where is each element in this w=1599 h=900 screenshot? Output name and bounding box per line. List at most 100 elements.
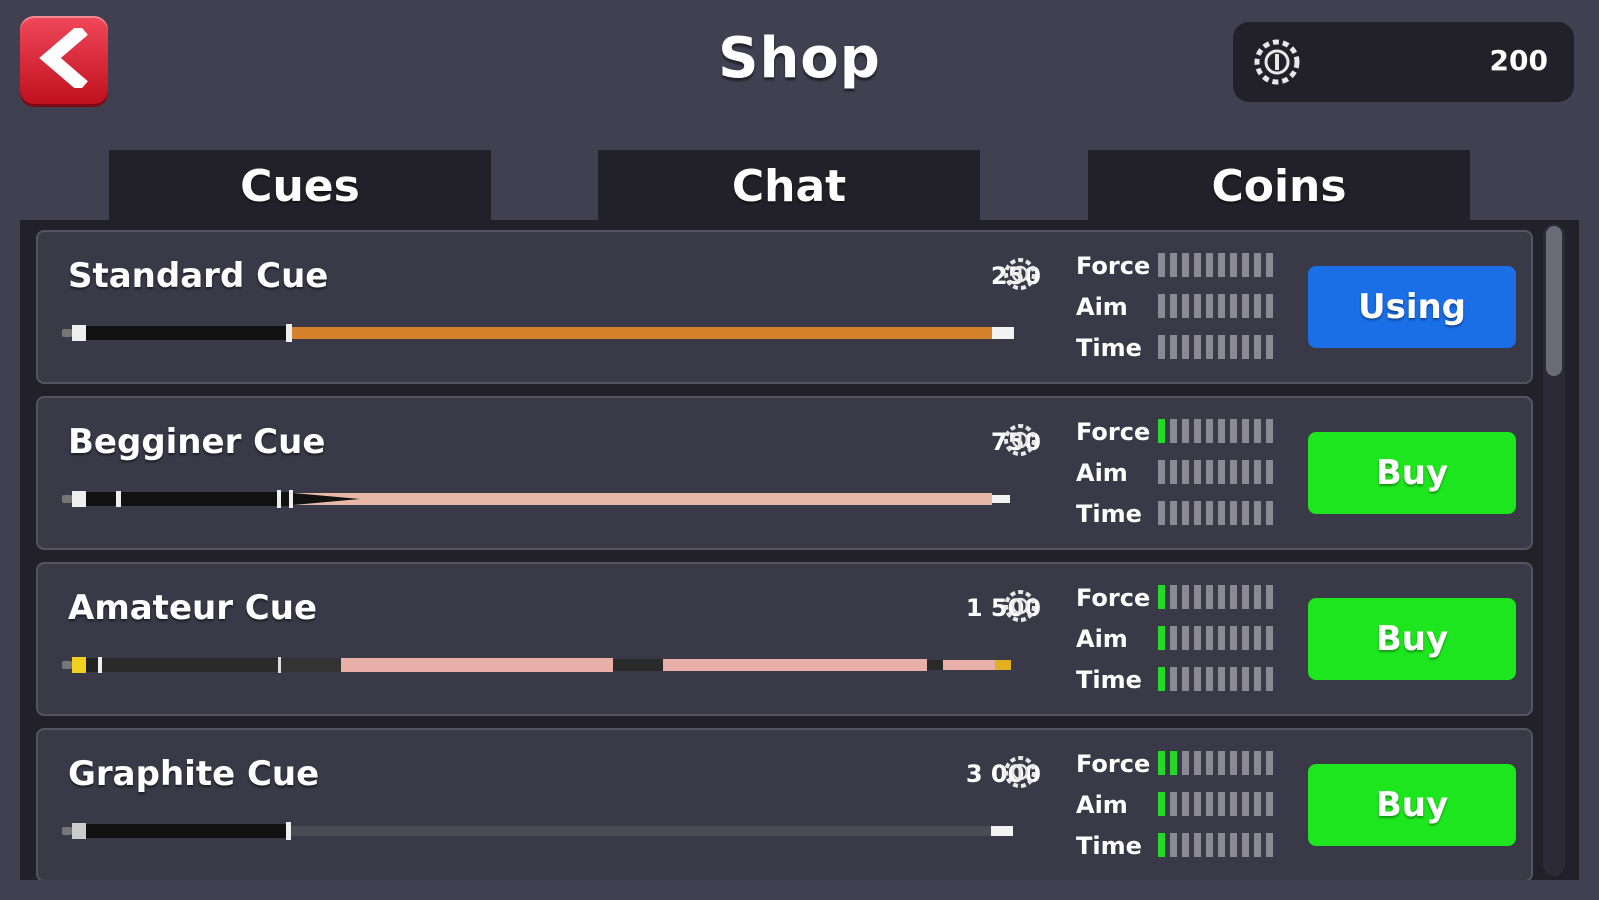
stat-segment-empty — [1242, 294, 1249, 318]
stat-segment-empty — [1254, 833, 1261, 857]
stat-segment-filled — [1158, 751, 1165, 775]
scrollbar-thumb[interactable] — [1546, 226, 1562, 376]
aim-label: Aim — [1076, 625, 1128, 653]
stat-segment-empty — [1170, 335, 1177, 359]
stat-segment-empty — [1194, 626, 1201, 650]
stat-segment-empty — [1194, 501, 1201, 525]
time-bar — [1158, 335, 1282, 359]
stat-segment-empty — [1182, 253, 1189, 277]
aim-bar — [1158, 792, 1282, 816]
coin-icon — [1002, 754, 1038, 794]
stat-segment-empty — [1254, 667, 1261, 691]
time-label: Time — [1076, 334, 1142, 362]
stat-segment-filled — [1158, 667, 1165, 691]
stat-segment-empty — [1230, 460, 1237, 484]
cue-card: Amateur Cue 1 500 Force Aim Time Buy — [36, 562, 1533, 716]
stat-segment-empty — [1182, 501, 1189, 525]
stat-segment-empty — [1242, 253, 1249, 277]
stat-segment-empty — [1230, 667, 1237, 691]
stat-segment-empty — [1194, 460, 1201, 484]
stat-segment-empty — [1242, 751, 1249, 775]
stat-segment-empty — [1254, 419, 1261, 443]
stat-segment-empty — [1218, 335, 1225, 359]
stat-segment-empty — [1218, 294, 1225, 318]
aim-label: Aim — [1076, 791, 1128, 819]
using-button[interactable]: Using — [1308, 266, 1516, 348]
stat-segment-empty — [1254, 501, 1261, 525]
stat-segment-empty — [1158, 335, 1165, 359]
coin-balance: 200 — [1489, 44, 1548, 77]
cue-card: Graphite Cue 3 000 Force Aim Time Buy — [36, 728, 1533, 880]
stat-segment-empty — [1230, 294, 1237, 318]
stat-segment-empty — [1230, 335, 1237, 359]
time-label: Time — [1076, 666, 1142, 694]
stat-segment-empty — [1266, 419, 1273, 443]
stat-segment-empty — [1182, 667, 1189, 691]
cue-image — [62, 324, 1014, 342]
stat-segment-empty — [1170, 833, 1177, 857]
stat-segment-empty — [1230, 585, 1237, 609]
stat-segment-empty — [1254, 626, 1261, 650]
stat-segment-empty — [1170, 253, 1177, 277]
buy-button[interactable]: Buy — [1308, 764, 1516, 846]
stat-segment-empty — [1206, 833, 1213, 857]
buy-button[interactable]: Buy — [1308, 598, 1516, 680]
force-label: Force — [1076, 584, 1151, 612]
force-bar — [1158, 419, 1282, 443]
stat-segment-empty — [1218, 667, 1225, 691]
tab-chat[interactable]: Chat — [598, 150, 980, 222]
stat-segment-empty — [1206, 335, 1213, 359]
stat-segment-empty — [1254, 253, 1261, 277]
tab-coins[interactable]: Coins — [1088, 150, 1470, 222]
stat-segment-empty — [1266, 792, 1273, 816]
stat-segment-empty — [1242, 792, 1249, 816]
force-label: Force — [1076, 252, 1151, 280]
stat-segment-empty — [1206, 792, 1213, 816]
stat-segment-empty — [1230, 626, 1237, 650]
cue-shaft-2 — [663, 659, 927, 671]
time-bar — [1158, 501, 1282, 525]
cue-shaft — [293, 493, 992, 505]
stat-segment-empty — [1266, 253, 1273, 277]
stat-segment-empty — [1242, 460, 1249, 484]
cue-shaft — [292, 327, 992, 339]
stat-segment-empty — [1206, 585, 1213, 609]
cue-image — [62, 657, 1011, 673]
stat-segment-empty — [1170, 667, 1177, 691]
stat-segment-empty — [1170, 626, 1177, 650]
stat-segment-empty — [1206, 626, 1213, 650]
stat-segment-empty — [1218, 626, 1225, 650]
stat-segment-empty — [1170, 792, 1177, 816]
stat-segment-empty — [1194, 751, 1201, 775]
coin-icon — [1002, 256, 1038, 296]
stat-segment-empty — [1182, 792, 1189, 816]
stat-segment-empty — [1158, 253, 1165, 277]
tab-cues[interactable]: Cues — [109, 150, 491, 222]
stat-segment-empty — [1206, 501, 1213, 525]
time-bar — [1158, 833, 1282, 857]
stat-segment-filled — [1158, 626, 1165, 650]
coin-icon — [1253, 38, 1301, 90]
buy-button[interactable]: Buy — [1308, 432, 1516, 514]
cue-shaft — [341, 658, 613, 672]
force-label: Force — [1076, 418, 1151, 446]
stat-segment-empty — [1242, 419, 1249, 443]
stat-segment-empty — [1182, 460, 1189, 484]
cue-shaft-3 — [943, 660, 995, 670]
coin-icon — [1002, 422, 1038, 462]
stat-segment-filled — [1158, 585, 1165, 609]
stat-segment-empty — [1218, 419, 1225, 443]
stat-segment-empty — [1194, 419, 1201, 443]
stat-segment-empty — [1266, 460, 1273, 484]
stat-segment-filled — [1170, 751, 1177, 775]
cue-card: Standard Cue 250 Force Aim Time Using — [36, 230, 1533, 384]
coin-icon — [1002, 588, 1038, 628]
cue-name: Begginer Cue — [68, 422, 326, 462]
stat-segment-empty — [1194, 792, 1201, 816]
stat-segment-empty — [1182, 294, 1189, 318]
stat-segment-empty — [1242, 626, 1249, 650]
stat-segment-empty — [1266, 751, 1273, 775]
stat-segment-empty — [1254, 792, 1261, 816]
stat-segment-empty — [1194, 585, 1201, 609]
stat-segment-empty — [1218, 792, 1225, 816]
